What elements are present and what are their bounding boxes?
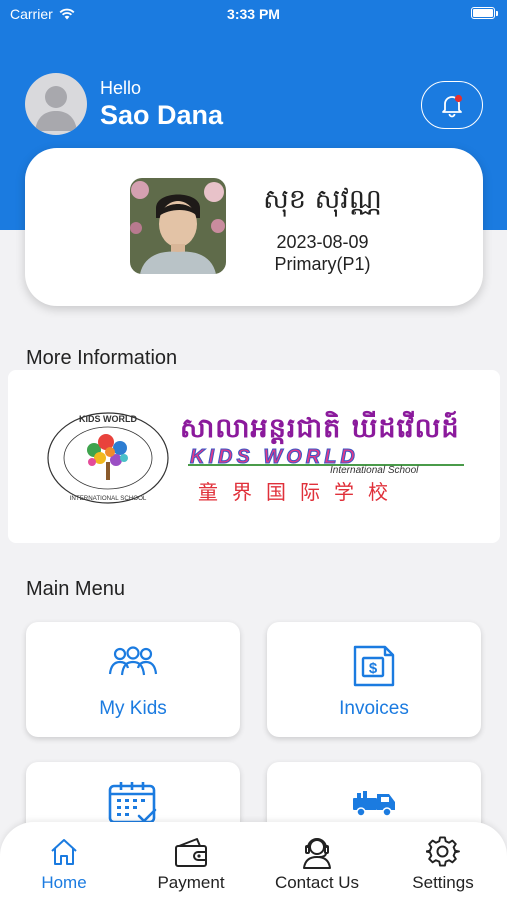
- group-icon: [108, 646, 158, 676]
- nav-contact-label: Contact Us: [274, 873, 360, 892]
- user-name: Sao Dana: [100, 100, 224, 130]
- battery-icon: [471, 7, 498, 19]
- home-icon: [51, 839, 77, 865]
- menu-my-kids-label: My Kids: [99, 698, 167, 719]
- logo-chinese-text: 童界国际学校: [198, 480, 402, 504]
- svg-text:KIDS WORLD: KIDS WORLD: [79, 414, 137, 424]
- status-time: 3:33 PM: [227, 6, 280, 22]
- school-logo-card[interactable]: KIDS WORLD INTERNATIONAL SCHOOL សាលាអន្ត…: [8, 370, 500, 543]
- greeting-text: Hello: [100, 78, 142, 98]
- nav-settings-label: Settings: [412, 873, 474, 892]
- nav-home-label: Home: [41, 873, 87, 892]
- student-date: 2023-08-09: [276, 232, 369, 252]
- bottom-nav: Home Payment Contact Us Settings: [0, 822, 507, 900]
- nav-payment-label: Payment: [157, 873, 225, 892]
- menu-invoices[interactable]: $ Invoices: [267, 622, 481, 737]
- svg-text:INTERNATIONAL SCHOOL: INTERNATIONAL SCHOOL: [70, 495, 147, 502]
- nav-payment[interactable]: Payment: [136, 834, 246, 893]
- status-bar: Carrier 3:33 PM: [0, 0, 507, 30]
- nav-home[interactable]: Home: [9, 834, 119, 893]
- logo-divider: [188, 464, 464, 466]
- student-card[interactable]: សុខ សុវណ្ណ 2023-08-09 Primary(P1): [25, 148, 483, 306]
- gear-icon: [426, 836, 460, 867]
- svg-text:$: $: [369, 660, 378, 677]
- notification-dot: [454, 94, 463, 103]
- person-icon: [35, 86, 77, 131]
- bell-icon: [442, 94, 463, 118]
- main-menu-title: Main Menu: [26, 578, 125, 600]
- student-name: សុខ សុវណ្ណ: [263, 184, 382, 215]
- calendar-icon: [108, 782, 157, 824]
- truck-icon: [353, 791, 395, 817]
- user-avatar[interactable]: [25, 73, 87, 135]
- more-info-title: More Information: [26, 347, 178, 369]
- invoice-icon: $: [353, 645, 395, 687]
- logo-subtitle: International School: [330, 465, 419, 476]
- wallet-icon: [175, 838, 207, 867]
- menu-my-kids[interactable]: My Kids: [26, 622, 240, 737]
- nav-settings[interactable]: Settings: [388, 834, 498, 893]
- school-logo-emblem: KIDS WORLD INTERNATIONAL SCHOOL: [44, 410, 172, 506]
- support-icon: [303, 838, 331, 869]
- student-level: Primary(P1): [274, 254, 371, 274]
- student-photo: [130, 178, 226, 274]
- nav-contact[interactable]: Contact Us: [262, 834, 372, 893]
- notification-button[interactable]: [421, 81, 483, 129]
- menu-invoices-label: Invoices: [339, 698, 409, 719]
